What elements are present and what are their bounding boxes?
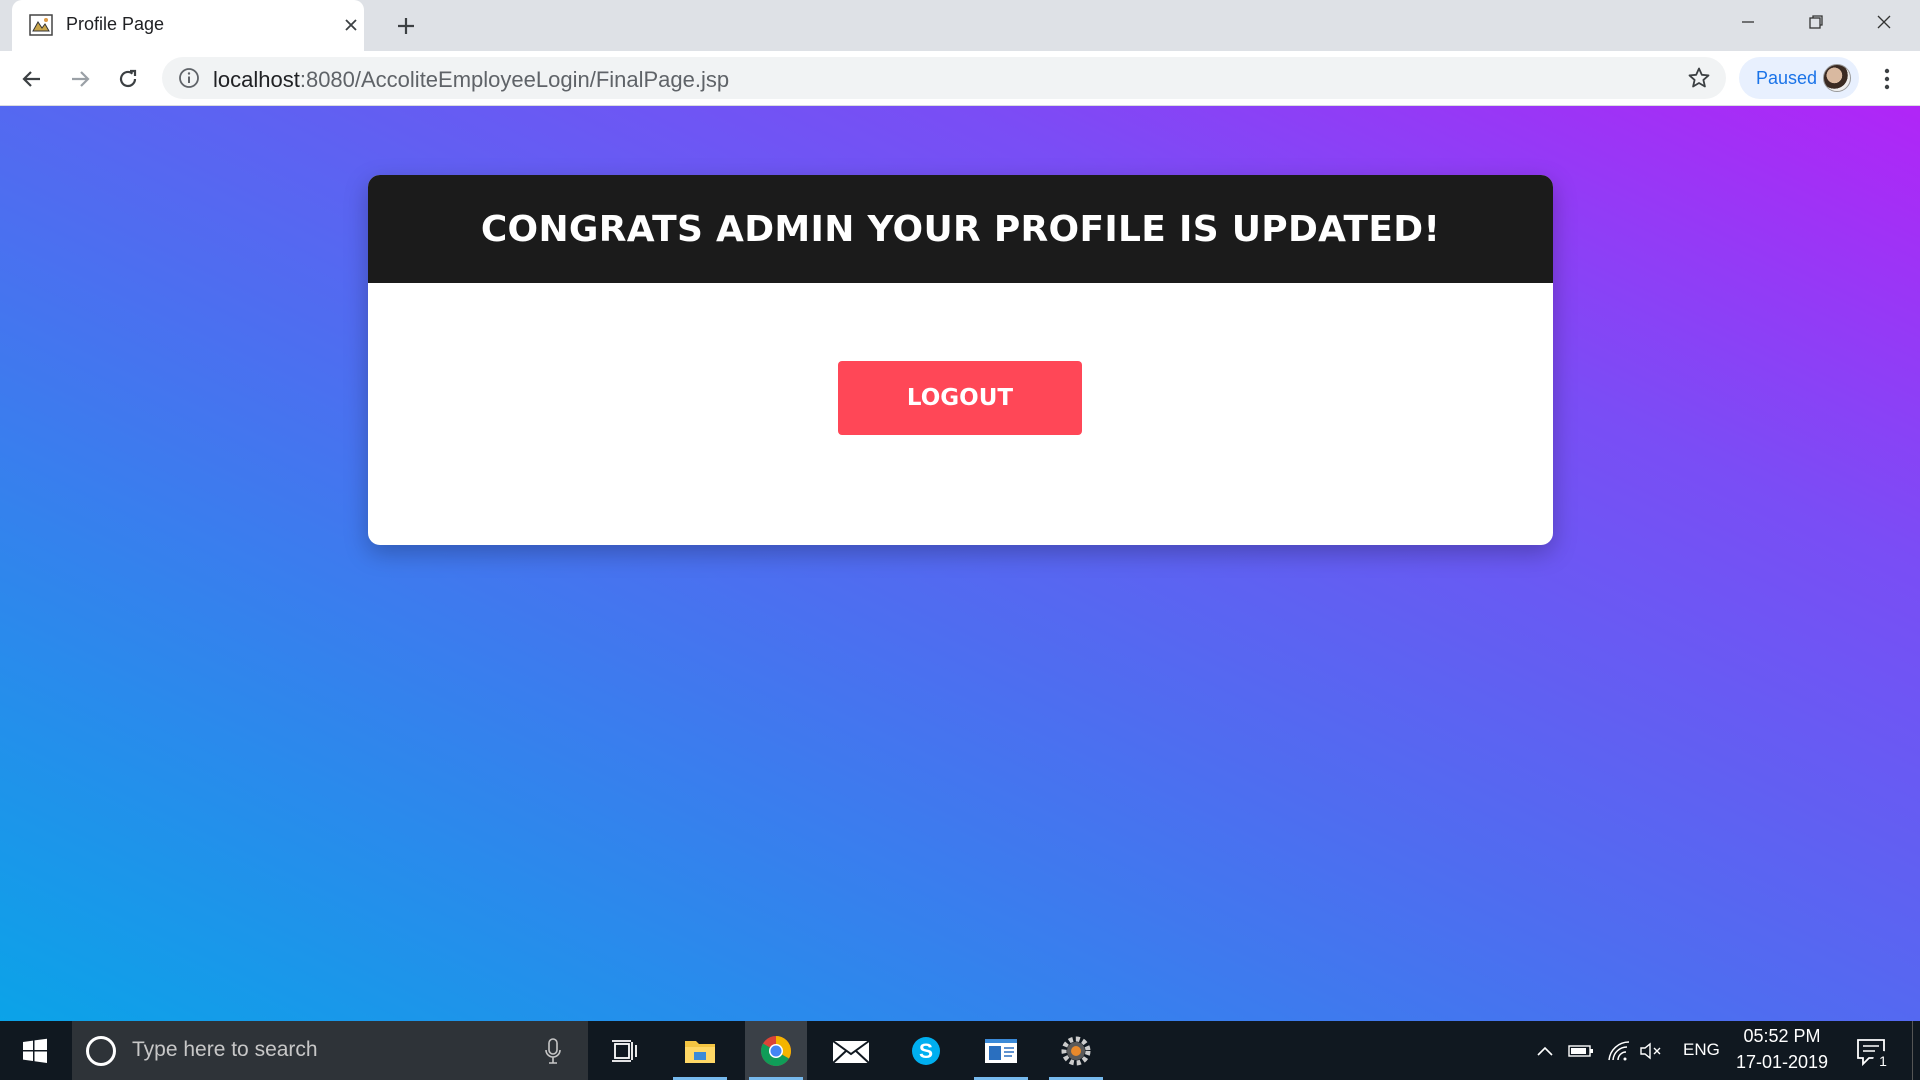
search-placeholder: Type here to search — [132, 1038, 318, 1061]
browser-toolbar: localhost:8080/AccoliteEmployeeLogin/Fin… — [0, 51, 1920, 106]
volume-muted-icon[interactable] — [1638, 1038, 1664, 1064]
microphone-icon[interactable] — [544, 1037, 562, 1065]
url-path: :8080/AccoliteEmployeeLogin/FinalPage.js… — [299, 67, 730, 92]
taskbar-search-box[interactable]: Type here to search — [72, 1021, 588, 1080]
forward-arrow-icon[interactable] — [64, 63, 96, 95]
address-bar[interactable]: localhost:8080/AccoliteEmployeeLogin/Fin… — [162, 57, 1726, 99]
restore-window-icon[interactable] — [1782, 0, 1850, 44]
close-tab-icon[interactable] — [339, 13, 363, 37]
card-header: CONGRATS ADMIN YOUR PROFILE IS UPDATED! — [368, 175, 1553, 283]
chevron-up-icon[interactable] — [1532, 1038, 1558, 1064]
page-title: CONGRATS ADMIN YOUR PROFILE IS UPDATED! — [480, 208, 1441, 250]
mail-icon[interactable] — [820, 1021, 882, 1080]
taskbar: Type here to search S ENG 05:52 PM 17-01… — [0, 1021, 1920, 1080]
url-host: localhost — [213, 67, 300, 92]
task-view-icon[interactable] — [594, 1021, 656, 1080]
site-info-icon[interactable] — [178, 67, 200, 89]
skype-icon[interactable]: S — [895, 1021, 957, 1080]
battery-icon[interactable] — [1568, 1038, 1594, 1064]
browser-titlebar: Profile Page — [0, 0, 1920, 51]
cortana-icon[interactable] — [86, 1036, 116, 1066]
back-arrow-icon[interactable] — [16, 63, 48, 95]
avatar — [1823, 64, 1851, 92]
logout-button[interactable]: LOGOUT — [838, 361, 1082, 435]
clock-date[interactable]: 17-01-2019 — [1728, 1052, 1836, 1073]
profile-status-label: Paused — [1756, 68, 1818, 88]
url-text[interactable]: localhost:8080/AccoliteEmployeeLogin/Fin… — [213, 67, 729, 93]
profile-card: CONGRATS ADMIN YOUR PROFILE IS UPDATED! … — [368, 175, 1553, 545]
more-menu-icon[interactable] — [1872, 64, 1902, 94]
notification-count-badge: 1 — [1873, 1051, 1893, 1071]
language-indicator[interactable]: ENG — [1683, 1040, 1720, 1060]
notepad-icon[interactable] — [970, 1021, 1032, 1080]
svg-text:S: S — [919, 1040, 933, 1063]
reload-icon[interactable] — [112, 63, 144, 95]
profile-button[interactable]: Paused — [1739, 57, 1859, 99]
favicon-icon — [29, 14, 53, 36]
tab-profile-page[interactable]: Profile Page — [12, 0, 364, 51]
clock-time[interactable]: 05:52 PM — [1728, 1026, 1836, 1047]
settings-gear-icon[interactable] — [1045, 1021, 1107, 1080]
close-window-icon[interactable] — [1850, 0, 1918, 44]
file-explorer-icon[interactable] — [669, 1021, 731, 1080]
tab-title: Profile Page — [66, 14, 165, 34]
new-tab-icon[interactable] — [391, 11, 421, 41]
chrome-icon[interactable] — [745, 1021, 807, 1080]
show-desktop-button[interactable] — [1912, 1021, 1920, 1080]
windows-start-icon[interactable] — [0, 1021, 70, 1080]
wifi-icon[interactable] — [1606, 1038, 1632, 1064]
minimize-window-icon[interactable] — [1714, 0, 1782, 44]
page-viewport: CONGRATS ADMIN YOUR PROFILE IS UPDATED! … — [0, 106, 1920, 1021]
bookmark-star-icon[interactable] — [1687, 66, 1711, 90]
